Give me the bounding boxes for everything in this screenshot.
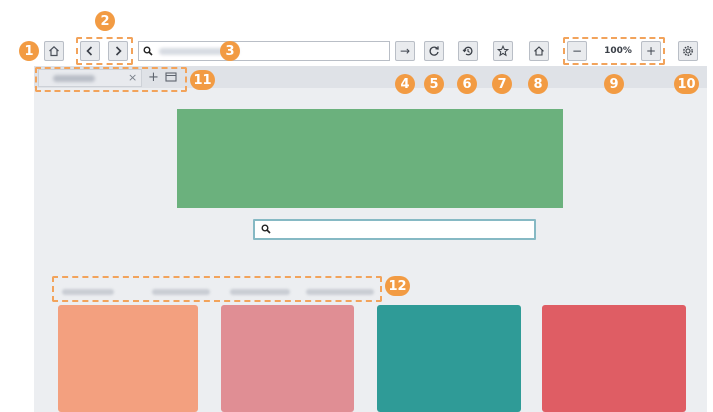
- history-icon: [462, 46, 473, 56]
- callout-box-9: [563, 37, 665, 65]
- go-button[interactable]: →: [395, 41, 415, 61]
- callout-4: 4: [395, 74, 415, 94]
- callout-3: 3: [220, 41, 240, 61]
- search-icon: [143, 46, 153, 56]
- refresh-icon: [429, 46, 439, 56]
- home-outline-icon: [534, 46, 544, 56]
- quick-access-tile-4[interactable]: [542, 305, 686, 412]
- page-search-input[interactable]: [253, 219, 536, 240]
- callout-5: 5: [424, 74, 444, 94]
- quick-access-tile-2[interactable]: [221, 305, 354, 412]
- callout-6: 6: [457, 74, 477, 94]
- search-icon: [261, 224, 271, 234]
- callout-box-2: [76, 37, 133, 65]
- settings-button[interactable]: [678, 41, 698, 61]
- bookmark-button[interactable]: [493, 41, 513, 61]
- quick-access-tile-1[interactable]: [58, 305, 198, 412]
- banner-image: [177, 109, 563, 208]
- refresh-button[interactable]: [424, 41, 444, 61]
- callout-10: 10: [674, 74, 699, 94]
- homepage-button[interactable]: [529, 41, 549, 61]
- callout-11: 11: [190, 70, 215, 90]
- callout-12: 12: [385, 276, 410, 296]
- callout-2: 2: [95, 11, 115, 31]
- arrow-right-icon: →: [399, 44, 411, 58]
- callout-box-11: [35, 67, 187, 92]
- callout-7: 7: [492, 74, 512, 94]
- quick-access-tile-3[interactable]: [377, 305, 521, 412]
- history-button[interactable]: [458, 41, 478, 61]
- callout-box-12: [52, 276, 382, 302]
- callout-9: 9: [604, 74, 624, 94]
- callout-8: 8: [528, 74, 548, 94]
- callout-1: 1: [19, 41, 39, 61]
- address-bar[interactable]: [138, 41, 390, 61]
- star-icon: [497, 45, 509, 57]
- home-button[interactable]: [44, 41, 64, 61]
- gear-icon: [683, 46, 693, 56]
- home-icon: [49, 45, 59, 57]
